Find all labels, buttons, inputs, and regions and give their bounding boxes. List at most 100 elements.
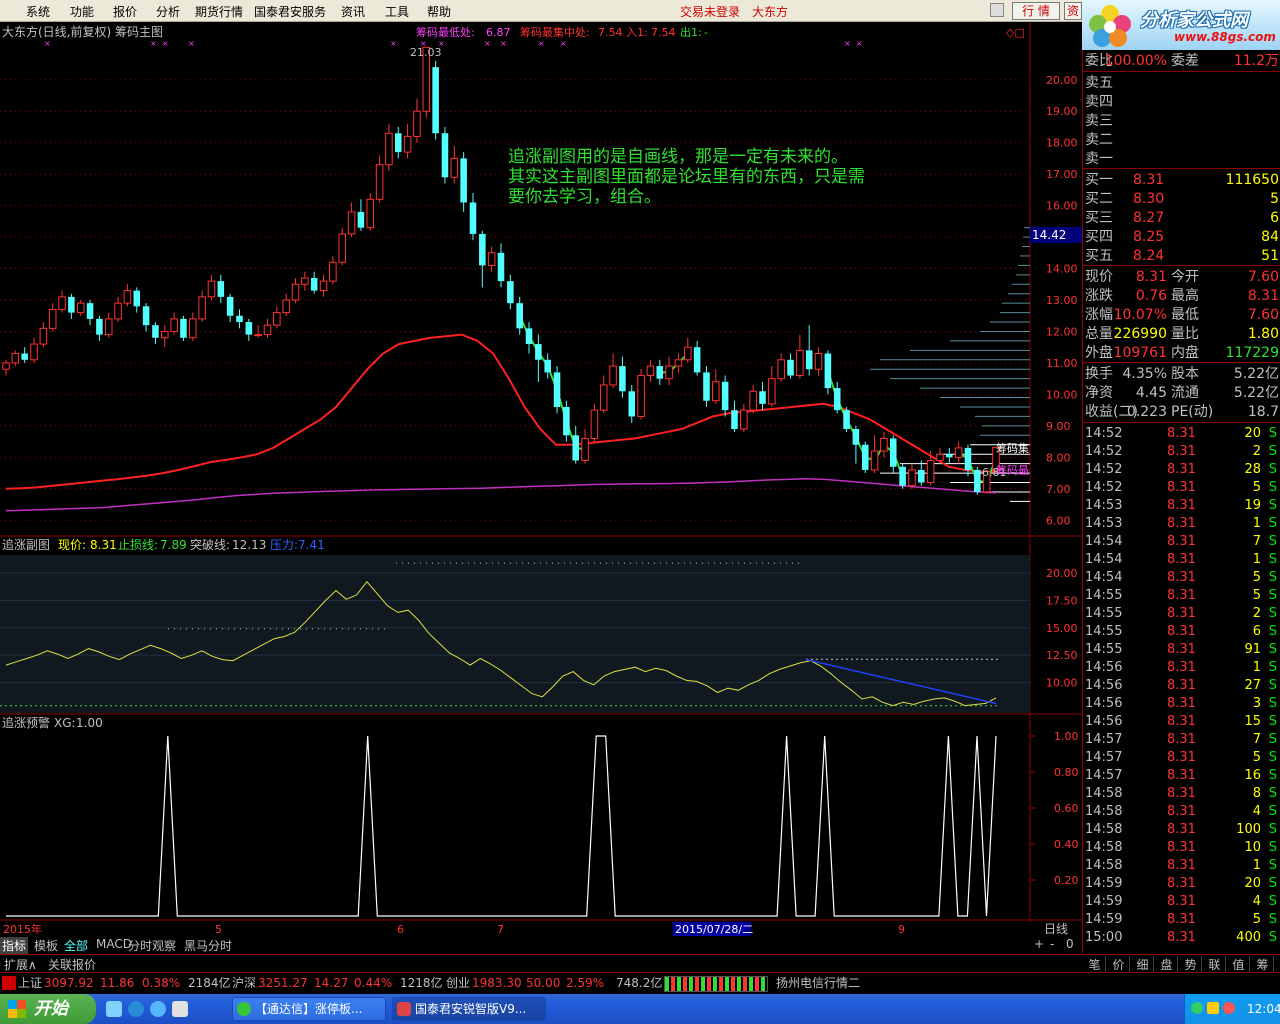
panel-tab[interactable]: 价: [1108, 956, 1130, 973]
tick-time: 14:52: [1085, 480, 1123, 495]
tick-row: 14:55 8.31 2 S: [1085, 605, 1279, 623]
tab-template[interactable]: 模板: [32, 937, 60, 954]
expand-button[interactable]: 扩展∧: [2, 956, 39, 973]
tick-volume: 15: [1244, 714, 1261, 729]
tick-volume: 1: [1252, 660, 1261, 675]
menu-info[interactable]: 资讯: [341, 3, 365, 20]
buy-level-row[interactable]: 买二 8.30 5: [1085, 190, 1279, 208]
login-status[interactable]: 交易未登录: [680, 3, 740, 20]
tick-direction: S: [1268, 534, 1277, 549]
sell-level-row[interactable]: 卖三: [1085, 112, 1279, 130]
start-button[interactable]: 开始: [0, 994, 96, 1024]
candle-body: [413, 110, 421, 137]
stat-row[interactable]: 外盘 109761 内盘 117229: [1085, 344, 1279, 362]
menu-tools[interactable]: 工具: [385, 3, 409, 20]
zoom-out-icon[interactable]: -: [1050, 937, 1054, 951]
tray-security-icon[interactable]: [1223, 1002, 1235, 1014]
menu-system[interactable]: 系统: [26, 3, 50, 20]
candle-body: [180, 318, 187, 338]
quote-value-2: 1.80: [1247, 326, 1279, 342]
buy-level-row[interactable]: 买四 8.25 84: [1085, 228, 1279, 246]
panel-tab[interactable]: 细: [1132, 956, 1154, 973]
related-quote-button[interactable]: 关联报价: [46, 956, 98, 973]
quote-label-2: 流通: [1171, 385, 1199, 401]
panel-tab[interactable]: 盘: [1156, 956, 1178, 973]
chart-settings-icon[interactable]: ◇□: [1006, 26, 1025, 39]
stat-row[interactable]: 涨幅 10.07% 最低 7.60: [1085, 306, 1279, 324]
candle-body: [48, 308, 57, 329]
trade-button[interactable]: 资: [1064, 2, 1082, 20]
candle-body: [843, 410, 850, 430]
menu-quote[interactable]: 报价: [113, 3, 137, 20]
menu-analysis[interactable]: 分析: [156, 3, 180, 20]
tray-network-icon[interactable]: [1191, 1002, 1203, 1014]
tick-price: 8.31: [1167, 444, 1196, 459]
panel-tab[interactable]: 势: [1180, 956, 1202, 973]
buy-level-row[interactable]: 买三 8.27 6: [1085, 209, 1279, 227]
sell-level-row[interactable]: 卖二: [1085, 131, 1279, 149]
quote-button[interactable]: 行 情: [1012, 2, 1060, 20]
cy-label[interactable]: 创业: [446, 973, 470, 993]
tick-price: 8.31: [1167, 822, 1196, 837]
index-bar: 上证 3097.92 11.86 0.38% 2184亿 沪深 3251.27 …: [0, 972, 1280, 994]
candle-body: [338, 233, 346, 263]
buy-level-row[interactable]: 买一 8.31 111650: [1085, 171, 1279, 189]
system-tray: 12:04: [1184, 994, 1280, 1024]
candle-body: [403, 135, 412, 153]
quote-value-2: 5: [1270, 191, 1279, 207]
tray-volume-icon[interactable]: [1207, 1002, 1219, 1014]
zoom-in-icon[interactable]: +: [1034, 937, 1044, 951]
sh-change: 11.86: [100, 976, 135, 990]
ie-icon[interactable]: [128, 1001, 144, 1017]
sub-stop-value: 7.89: [160, 538, 187, 552]
candle-body: [581, 437, 589, 461]
quote-label: 现价: [1085, 269, 1113, 285]
stat-row[interactable]: 总量 226990 量比 1.80: [1085, 325, 1279, 343]
fundamental-row[interactable]: 换手 4.35% 股本 5.22亿: [1085, 365, 1279, 383]
stat-row[interactable]: 涨跌 0.76 最高 8.31: [1085, 287, 1279, 305]
buy-level-row[interactable]: 买五 8.24 51: [1085, 247, 1279, 265]
hs-label[interactable]: 沪深: [232, 973, 256, 993]
menu-futures[interactable]: 期货行情: [195, 3, 243, 20]
app-icon[interactable]: [172, 1001, 188, 1017]
candle-body: [114, 302, 122, 320]
candle-body: [833, 388, 841, 411]
fundamental-row[interactable]: 收益(二) 0.223 PE(动) 18.7: [1085, 403, 1279, 421]
period-label[interactable]: 日线: [1044, 922, 1068, 936]
panel-tab[interactable]: 笔: [1084, 956, 1106, 973]
panel-tab[interactable]: 筹: [1252, 956, 1274, 973]
panel-tab[interactable]: 联: [1204, 956, 1226, 973]
sell-level-row[interactable]: 卖一: [1085, 150, 1279, 168]
menu-function[interactable]: 功能: [70, 3, 94, 20]
fundamental-row[interactable]: 净资 4.45 流通 5.22亿: [1085, 384, 1279, 402]
quote-value-2: 7.60: [1247, 307, 1279, 323]
candle-body: [609, 365, 617, 386]
minimize-icon[interactable]: [990, 3, 1004, 17]
tick-time: 14:53: [1085, 498, 1123, 513]
alert-y-tick: 0.40: [1054, 838, 1079, 851]
menu-help[interactable]: 帮助: [427, 3, 451, 20]
stat-row[interactable]: 现价 8.31 今开 7.60: [1085, 268, 1279, 286]
sell-level-row[interactable]: 卖五: [1085, 74, 1279, 92]
show-desktop-icon[interactable]: [106, 1001, 122, 1017]
panel-tab[interactable]: 值: [1228, 956, 1250, 973]
reset-icon[interactable]: 0: [1066, 937, 1074, 951]
main-y-tick: 10.00: [1046, 388, 1078, 401]
tab-all[interactable]: 全部: [62, 937, 90, 954]
clock[interactable]: 12:04: [1247, 994, 1280, 1024]
task-tongdaxin[interactable]: 【通达信】涨停板...: [232, 997, 386, 1021]
quote-label: 换手: [1085, 366, 1113, 382]
sh-label[interactable]: 上证: [18, 973, 42, 993]
candle-body: [385, 132, 393, 166]
scroll-text[interactable]: 扬州电信行情二: [776, 973, 860, 993]
task-guotai[interactable]: 国泰君安锐智版V9...: [392, 997, 546, 1021]
sub-chart-name: 追涨副图: [2, 537, 50, 552]
tab-indicator[interactable]: 指标: [0, 937, 29, 954]
candle-body: [590, 409, 599, 439]
sell-level-row[interactable]: 卖四: [1085, 93, 1279, 111]
menu-guotai-service[interactable]: 国泰君安服务: [254, 3, 326, 20]
browser-icon[interactable]: [150, 1001, 166, 1017]
tab-intraday-watch[interactable]: 分时观察: [126, 937, 178, 954]
tab-darkhorse[interactable]: 黑马分时: [182, 937, 234, 954]
candle-body: [787, 359, 794, 376]
